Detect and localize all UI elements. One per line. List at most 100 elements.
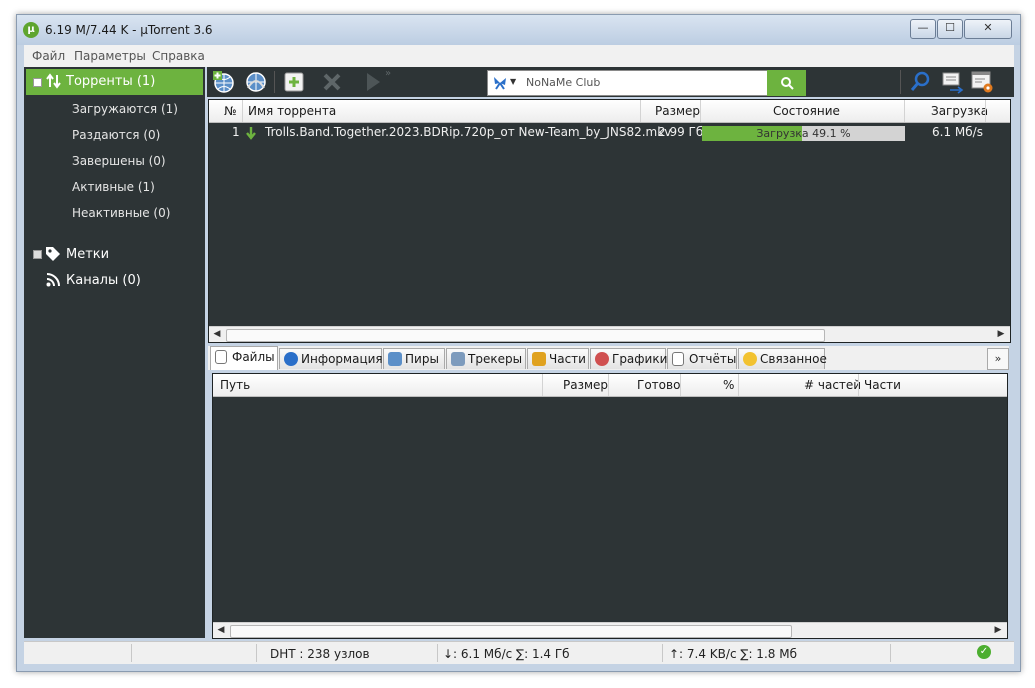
file-icon bbox=[215, 350, 227, 364]
column-divider[interactable] bbox=[738, 374, 739, 396]
column-divider[interactable] bbox=[608, 374, 609, 396]
scroll-thumb[interactable] bbox=[226, 329, 825, 342]
settings-icon[interactable] bbox=[970, 70, 994, 94]
column-done[interactable]: Готово bbox=[637, 378, 680, 392]
sidebar-item-seeding[interactable]: Раздаются (0) bbox=[72, 128, 160, 142]
torrent-name: Trolls.Band.Together.2023.BDRip.720p_от … bbox=[265, 125, 672, 139]
tab-peers[interactable]: Пиры bbox=[383, 348, 445, 369]
download-arrow-icon bbox=[246, 127, 256, 140]
column-number[interactable]: № bbox=[224, 104, 236, 118]
column-name[interactable]: Имя торрента bbox=[248, 104, 336, 118]
horizontal-scrollbar[interactable]: ◀ ▶ bbox=[213, 622, 1007, 638]
add-url-icon[interactable] bbox=[212, 70, 236, 94]
sidebar-item-label: Каналы (0) bbox=[66, 273, 141, 288]
column-divider[interactable] bbox=[700, 100, 701, 122]
peers-icon bbox=[388, 352, 402, 366]
maximize-button[interactable]: ☐ bbox=[937, 19, 963, 39]
column-size[interactable]: Размер bbox=[655, 104, 700, 118]
column-divider[interactable] bbox=[904, 100, 905, 122]
tab-label: Графики bbox=[612, 352, 668, 366]
column-divider[interactable] bbox=[242, 100, 243, 122]
network-ok-icon[interactable]: ✓ bbox=[977, 645, 991, 659]
collapse-panel-button[interactable]: » bbox=[987, 348, 1009, 370]
lightbulb-icon bbox=[743, 352, 757, 366]
status-divider bbox=[890, 644, 891, 662]
column-divider[interactable] bbox=[680, 374, 681, 396]
scroll-thumb[interactable] bbox=[230, 625, 792, 638]
tab-label: Части bbox=[549, 352, 586, 366]
menu-file[interactable]: Файл bbox=[32, 49, 65, 63]
table-row[interactable]: 1 Trolls.Band.Together.2023.BDRip.720p_о… bbox=[209, 124, 1010, 142]
column-download[interactable]: Загрузка bbox=[931, 104, 988, 118]
sidebar-item-inactive[interactable]: Неактивные (0) bbox=[72, 206, 170, 220]
menu-help[interactable]: Справка bbox=[152, 49, 205, 63]
scroll-right-icon[interactable]: ▶ bbox=[994, 328, 1008, 341]
remote-icon[interactable] bbox=[940, 70, 964, 94]
expand-icon[interactable] bbox=[33, 250, 42, 259]
scroll-left-icon[interactable]: ◀ bbox=[214, 624, 228, 637]
dropdown-arrow-icon[interactable]: ▼ bbox=[510, 77, 516, 86]
tab-label: Отчёты bbox=[689, 352, 737, 366]
download-status: ↓: 6.1 Мб/с ∑: 1.4 Гб bbox=[443, 647, 570, 661]
sidebar-item-completed[interactable]: Завершены (0) bbox=[72, 154, 166, 168]
search-icon bbox=[780, 77, 794, 90]
column-status[interactable]: Состояние bbox=[773, 104, 840, 118]
tab-files[interactable]: Файлы bbox=[210, 346, 278, 370]
column-divider[interactable] bbox=[542, 374, 543, 396]
search-input[interactable]: ▼ NoNaMe Club bbox=[487, 70, 769, 96]
info-icon bbox=[284, 352, 298, 366]
add-torrent-icon[interactable] bbox=[282, 70, 306, 94]
collapse-icon[interactable] bbox=[33, 78, 42, 87]
tab-pieces[interactable]: Части bbox=[527, 348, 589, 369]
column-divider[interactable] bbox=[985, 100, 986, 122]
status-divider bbox=[437, 644, 438, 662]
progress-bar: Загрузка 49.1 % bbox=[702, 126, 905, 141]
status-divider bbox=[131, 644, 132, 662]
row-number: 1 bbox=[232, 125, 240, 139]
sidebar-item-label: Метки bbox=[66, 247, 110, 262]
tab-logs[interactable]: Отчёты bbox=[667, 348, 737, 369]
create-torrent-icon[interactable] bbox=[244, 70, 268, 94]
title-bar[interactable]: µ 6.19 M/7.44 K - µTorrent 3.6 — ☐ ✕ bbox=[17, 15, 1020, 45]
logs-icon bbox=[672, 352, 684, 366]
column-divider[interactable] bbox=[858, 374, 859, 396]
tab-related[interactable]: Связанное bbox=[738, 348, 827, 369]
menu-settings[interactable]: Параметры bbox=[74, 49, 146, 63]
files-list: Путь Размер Готово % # частей Части ◀ ▶ bbox=[212, 373, 1008, 639]
tab-graphs[interactable]: Графики bbox=[590, 348, 668, 369]
tab-trackers[interactable]: Трекеры bbox=[446, 348, 526, 369]
tab-label: Информация bbox=[301, 352, 383, 366]
more-chevron-icon[interactable]: » bbox=[385, 68, 391, 79]
dht-status: DHT : 238 узлов bbox=[270, 647, 370, 661]
rss-icon bbox=[46, 273, 60, 287]
scroll-left-icon[interactable]: ◀ bbox=[210, 328, 224, 341]
sidebar-item-torrents[interactable]: Торренты (1) bbox=[26, 69, 203, 95]
column-pieces-count[interactable]: # частей bbox=[804, 378, 861, 392]
tab-info[interactable]: Информация bbox=[279, 348, 383, 369]
scroll-right-icon[interactable]: ▶ bbox=[991, 624, 1005, 637]
column-path[interactable]: Путь bbox=[220, 378, 250, 392]
minimize-button[interactable]: — bbox=[910, 19, 936, 39]
magnifier-icon[interactable] bbox=[909, 70, 933, 94]
butterfly-icon bbox=[494, 77, 506, 90]
progress-label: Загрузка 49.1 % bbox=[756, 127, 851, 140]
torrent-size: 2.99 Гб bbox=[658, 125, 704, 139]
close-button[interactable]: ✕ bbox=[964, 19, 1012, 39]
sidebar-item-downloading[interactable]: Загружаются (1) bbox=[72, 102, 178, 116]
column-pieces[interactable]: Части bbox=[864, 378, 901, 392]
download-speed: 6.1 Мб/s bbox=[932, 125, 983, 139]
torrent-list: № Имя торрента Размер Состояние Загрузка… bbox=[208, 99, 1011, 343]
sidebar-item-labels[interactable]: Метки bbox=[24, 245, 205, 265]
column-percent[interactable]: % bbox=[723, 378, 734, 392]
column-size[interactable]: Размер bbox=[563, 378, 608, 392]
search-provider-label: NoNaMe Club bbox=[526, 76, 601, 89]
horizontal-scrollbar[interactable]: ◀ ▶ bbox=[209, 326, 1010, 342]
sidebar-item-feeds[interactable]: Каналы (0) bbox=[24, 271, 205, 291]
start-icon[interactable] bbox=[361, 70, 385, 94]
tab-label: Связанное bbox=[760, 352, 827, 366]
remove-icon[interactable] bbox=[320, 70, 344, 94]
sidebar-item-active[interactable]: Активные (1) bbox=[72, 180, 155, 194]
search-button[interactable] bbox=[767, 70, 806, 96]
double-chevron-down-icon: » bbox=[994, 352, 1002, 365]
column-divider[interactable] bbox=[640, 100, 641, 122]
